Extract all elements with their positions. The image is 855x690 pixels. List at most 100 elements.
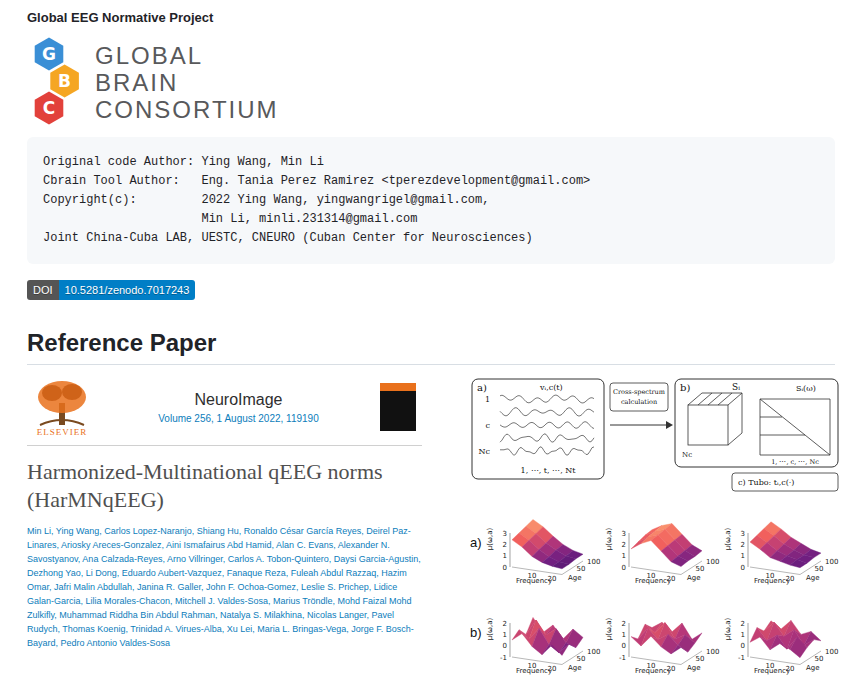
signal-box	[472, 379, 604, 479]
logo-word: GLOBAL	[95, 42, 279, 69]
consortium-logo: GBC GLOBALBRAINCONSORTIUM	[27, 35, 835, 129]
svg-text:3: 3	[503, 530, 507, 538]
svg-text:3: 3	[741, 530, 745, 538]
reference-figure: ELSEVIER NeuroImage Volume 256, 1 August 2…	[27, 377, 835, 675]
journal-volume[interactable]: Volume 256, 1 August 2022, 119190	[158, 413, 319, 424]
readme-page: Global EEG Normative ProjectGBCGLOBALBRA…	[0, 0, 855, 690]
svg-text:μ(ω,a): μ(ω,a)	[724, 528, 732, 551]
svg-text:1: 1	[503, 552, 507, 560]
svg-text:vᵢ,c(t): vᵢ,c(t)	[539, 383, 563, 392]
credits-code-block: Original code Author: Ying Wang, Min Li C…	[27, 137, 835, 264]
svg-text:2: 2	[741, 541, 745, 549]
svg-text:Sᵢ: Sᵢ	[732, 382, 740, 392]
svg-text:Frequency: Frequency	[754, 577, 790, 585]
svg-text:Frequency: Frequency	[635, 577, 671, 585]
svg-text:100: 100	[825, 648, 838, 656]
svg-text:2: 2	[503, 541, 507, 549]
svg-text:calculation: calculation	[621, 398, 657, 406]
svg-text:1: 1	[741, 552, 745, 560]
svg-text:0: 0	[741, 564, 745, 572]
svg-text:100: 100	[825, 558, 838, 566]
code-line: Original code Author: Ying Wang, Min Li	[43, 153, 819, 172]
svg-text:2: 2	[503, 620, 507, 628]
code-line: Copyright(c): 2022 Ying Wang, yingwangri…	[43, 191, 819, 210]
svg-text:Age: Age	[568, 574, 582, 582]
surface-plot: 3210μ(ω,a)1020Frequency50100Age	[605, 499, 721, 585]
logo-word: CONSORTIUM	[95, 96, 279, 123]
hexagon-logo-icon: GBC	[27, 35, 87, 129]
svg-text:3: 3	[622, 530, 626, 538]
svg-text:μ(ω,a): μ(ω,a)	[486, 618, 494, 641]
svg-text:-1: -1	[500, 654, 507, 662]
figure-panel: a)vᵢ,c(t)1cNc1, ⋯, t, ⋯, NtCross-spectru…	[470, 377, 840, 675]
doi-badge-label: DOI	[27, 280, 59, 300]
paper-authors: Min Li, Ying Wang, Carlos Lopez-Naranjo,…	[27, 524, 422, 650]
svg-text:1: 1	[622, 631, 626, 639]
svg-text:100: 100	[706, 648, 719, 656]
svg-text:0: 0	[622, 564, 626, 572]
svg-text:0: 0	[503, 642, 507, 650]
publisher-logo: ELSEVIER	[27, 377, 97, 437]
svg-text:1: 1	[503, 631, 507, 639]
doi-badge[interactable]: DOI10.5281/zenodo.7017243	[27, 280, 195, 300]
svg-text:-1: -1	[619, 654, 626, 662]
surface-plot: 210-1μ(ω,a)1020Frequency50100Age	[724, 589, 840, 675]
svg-text:Frequency: Frequency	[516, 667, 552, 675]
svg-text:50: 50	[696, 565, 705, 573]
surface-plot: 210-1μ(ω,a)1020Frequency50100Age	[486, 589, 602, 675]
plot-row-label: b)	[470, 625, 483, 640]
svg-text:50: 50	[577, 655, 586, 663]
journal-name: NeuroImage	[194, 391, 282, 409]
svg-text:100: 100	[587, 558, 600, 566]
paper-title: Harmonized-Multinational qEEG norms (Har…	[27, 458, 422, 514]
svg-text:Sᵢ(ω): Sᵢ(ω)	[796, 384, 816, 393]
svg-text:Nc: Nc	[479, 447, 491, 456]
svg-text:-1: -1	[738, 654, 745, 662]
cross-spectrum-diagram: a)vᵢ,c(t)1cNc1, ⋯, t, ⋯, NtCross-spectru…	[470, 377, 840, 495]
svg-text:0: 0	[622, 642, 626, 650]
svg-text:2: 2	[622, 620, 626, 628]
plot-row-label: a)	[470, 535, 483, 550]
svg-text:Age: Age	[687, 574, 701, 582]
svg-text:B: B	[58, 71, 71, 91]
elsevier-tree-icon	[34, 377, 90, 427]
journal-info: NeuroImage Volume 256, 1 August 2022, 119…	[109, 391, 368, 424]
logo-word: BRAIN	[95, 69, 279, 96]
plot-row: a)3210μ(ω,a)1020Frequency50100Age3210μ(ω…	[470, 499, 840, 585]
journal-cover	[380, 383, 416, 431]
svg-text:1, ⋯, c, ⋯, Nc: 1, ⋯, c, ⋯, Nc	[771, 458, 819, 466]
svg-text:b): b)	[680, 382, 690, 393]
svg-text:C: C	[43, 98, 55, 118]
svg-text:50: 50	[696, 655, 705, 663]
section-heading: Reference Paper	[27, 328, 835, 365]
svg-text:Cross-spectrum: Cross-spectrum	[613, 388, 665, 396]
svg-text:1: 1	[741, 631, 745, 639]
doi-badge-value: 10.5281/zenodo.7017243	[59, 280, 196, 300]
paper-header: ELSEVIER NeuroImage Volume 256, 1 August 2…	[27, 377, 422, 446]
svg-text:c: c	[486, 421, 491, 430]
svg-text:1: 1	[485, 395, 490, 404]
svg-text:0: 0	[503, 564, 507, 572]
plot-row: b)210-1μ(ω,a)1020Frequency50100Age210-1μ…	[470, 589, 840, 675]
surface-plot: 210-1μ(ω,a)1020Frequency50100Age	[605, 589, 721, 675]
code-line: Min Li, minli.231314@gmail.com	[43, 210, 819, 229]
spectrum-box	[675, 379, 838, 467]
svg-text:Age: Age	[687, 664, 701, 672]
svg-text:Age: Age	[806, 664, 820, 672]
surface-plot: 3210μ(ω,a)1020Frequency50100Age	[486, 499, 602, 585]
paper-card: ELSEVIER NeuroImage Volume 256, 1 August 2…	[27, 377, 422, 675]
svg-text:50: 50	[815, 565, 824, 573]
svg-text:100: 100	[587, 648, 600, 656]
svg-text:50: 50	[577, 565, 586, 573]
svg-text:G: G	[42, 44, 56, 64]
svg-text:Age: Age	[806, 574, 820, 582]
svg-text:50: 50	[815, 655, 824, 663]
svg-text:Nc: Nc	[682, 451, 692, 459]
svg-text:μ(ω,a): μ(ω,a)	[605, 528, 613, 551]
svg-text:2: 2	[622, 541, 626, 549]
tube-box	[732, 473, 838, 491]
svg-text:Frequency: Frequency	[754, 667, 790, 675]
surface-plot: 3210μ(ω,a)1020Frequency50100Age	[724, 499, 840, 585]
svg-text:Frequency: Frequency	[635, 667, 671, 675]
svg-text:Frequency: Frequency	[516, 577, 552, 585]
